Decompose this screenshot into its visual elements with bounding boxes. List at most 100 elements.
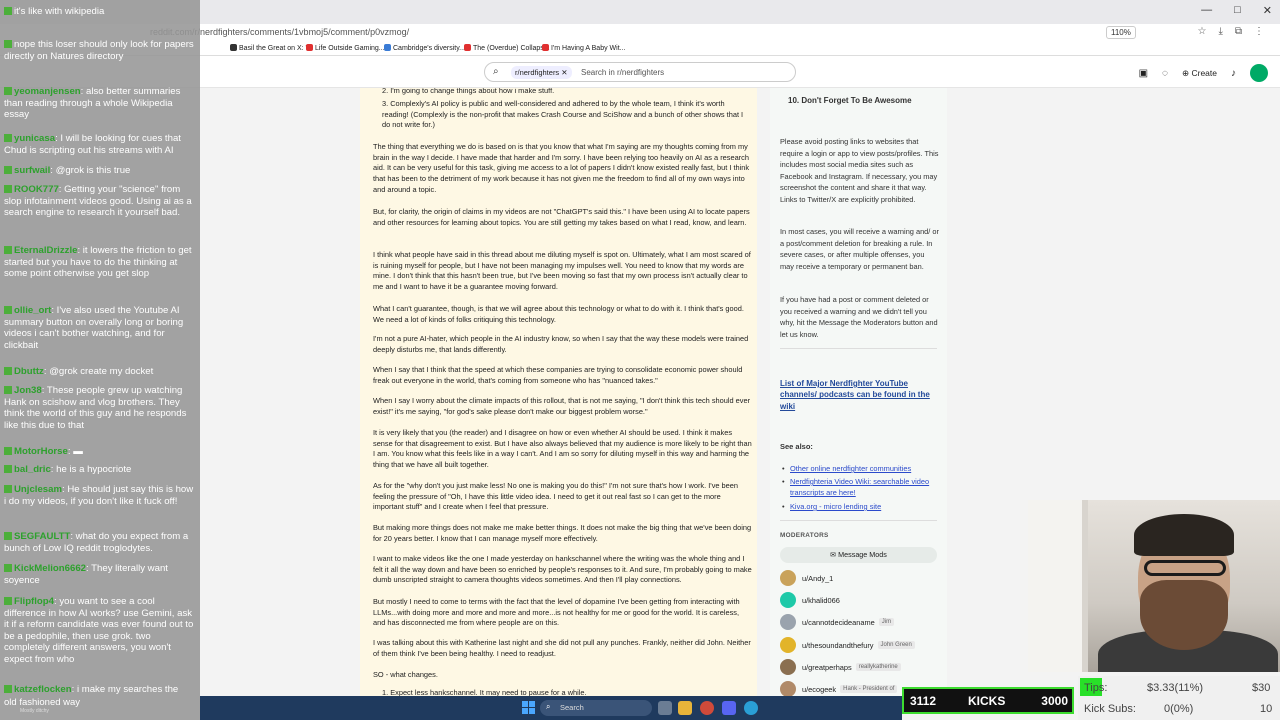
discord-icon[interactable]	[722, 701, 736, 715]
paragraph: What I can't guarantee, though, is that …	[373, 304, 744, 324]
chat-badge-icon	[4, 532, 12, 540]
paragraph: But mostly I need to come to terms with …	[373, 597, 740, 628]
paragraph: I'm not a pure AI-hater, which people in…	[373, 334, 749, 354]
header-actions: ▣ ◌ ⊕ Create ♪	[1139, 64, 1268, 82]
message-mods-button[interactable]: ✉ Message Mods	[780, 547, 937, 563]
ads-icon[interactable]: ▣	[1139, 68, 1148, 79]
minimize-icon[interactable]: —	[1201, 4, 1212, 17]
windows-start-icon[interactable]	[522, 701, 536, 715]
chat-message: katzeflocken: i make my searches the	[4, 684, 196, 696]
webcam-feed	[1028, 500, 1280, 672]
tips-value: $3.33(11%)	[1147, 682, 1204, 694]
chat-message: KickMelion6662: They literally want soye…	[4, 563, 168, 586]
address-bar-icons: ☆ ⤓ ⧉ ⋮	[1197, 26, 1264, 37]
search-icon: ⌕	[493, 66, 499, 77]
bookmark-item[interactable]: The (Overdue) Collaps...	[464, 44, 550, 52]
mail-icon: ✉	[830, 550, 837, 559]
moderator-item[interactable]: u/khalid066	[780, 591, 840, 609]
extension-icon[interactable]: ⧉	[1235, 26, 1242, 37]
chat-badge-icon	[4, 465, 12, 473]
bell-icon[interactable]: ♪	[1231, 68, 1236, 79]
chat-message: ROOK777: Getting your "science" from slo…	[4, 184, 192, 219]
chat-badge-icon	[4, 7, 12, 15]
app-icon[interactable]	[744, 701, 758, 715]
chat-input-subtext: Mostly ditchy	[20, 708, 49, 714]
mod-flair: Hank - President of	[840, 685, 898, 693]
subs-goal: 10	[1260, 703, 1273, 715]
user-avatar[interactable]	[1250, 64, 1268, 82]
paragraph: When I say that I think that the speed a…	[373, 365, 743, 385]
rules-text: Please avoid posting links to websites t…	[780, 137, 939, 204]
chat-badge-icon	[4, 166, 12, 174]
paragraph: I think what people have said in this th…	[373, 250, 751, 292]
menu-icon[interactable]: ⋮	[1254, 26, 1264, 37]
rule-item[interactable]: 10. Don't Forget To Be Awesome	[788, 96, 912, 105]
start-tile	[529, 701, 535, 707]
divider	[780, 520, 937, 521]
star-icon[interactable]: ☆	[1197, 26, 1206, 37]
bookmark-item[interactable]: Life Outside Gaming...	[306, 44, 385, 52]
bookmark-item[interactable]: Basil the Great on X: '...	[230, 44, 313, 52]
streamer-hat	[1134, 514, 1234, 556]
see-also-link[interactable]: Nerdfighteria Video Wiki: searchable vid…	[782, 476, 935, 498]
chat-badge-icon	[4, 134, 12, 142]
maximize-icon[interactable]: □	[1234, 4, 1241, 17]
subreddit-chip[interactable]: r/nerdfighters ✕	[511, 66, 572, 79]
close-icon[interactable]: ✕	[1263, 4, 1272, 17]
chat-badge-icon	[4, 685, 12, 693]
bookmark-item[interactable]: Cambridge's diversity...	[384, 44, 465, 52]
subs-value: 0(0%)	[1164, 703, 1194, 715]
chrome-icon[interactable]	[700, 701, 714, 715]
zoom-level[interactable]: 110%	[1106, 26, 1136, 39]
kicks-label: KICKS	[968, 694, 1006, 708]
moderator-item[interactable]: u/ecogeek Hank - President of	[780, 680, 898, 696]
paragraph: But, for clarity, the origin of claims i…	[373, 207, 750, 227]
streamer-beard	[1140, 580, 1228, 650]
moderator-item[interactable]: u/greatperhaps reallykatherine	[780, 658, 901, 676]
kicks-goal: 3000	[1041, 694, 1068, 708]
rules-text: In most cases, you will receive a warnin…	[780, 227, 939, 271]
paragraph: As for the "why don't you just make less…	[373, 481, 738, 512]
bookmark-item[interactable]: I'm Having A Baby Wit...	[542, 44, 625, 52]
chat-message: SEGFAULTT: what do you expect from a bun…	[4, 531, 189, 554]
taskbar-search[interactable]: ⌕ Search	[540, 700, 652, 716]
chat-message: ollie_ort: I've also used the Youtube AI…	[4, 305, 184, 351]
chat-badge-icon	[4, 367, 12, 375]
mod-flair: John Green	[877, 641, 915, 649]
moderator-item[interactable]: u/thesoundandthefury John Green	[780, 636, 915, 654]
window-background	[1028, 500, 1088, 672]
chat-input-text: old fashioned way	[4, 697, 81, 708]
see-also-link[interactable]: Kiva.org - micro lending site	[782, 501, 935, 512]
file-explorer-icon[interactable]	[678, 701, 692, 715]
chat-message: EternalDrizzle: it lowers the friction t…	[4, 245, 192, 280]
start-tile	[522, 708, 528, 714]
chat-message: it's like with wikipedia	[4, 6, 196, 18]
start-tile	[529, 708, 535, 714]
chat-message: Dbuttz: @grok create my docket	[4, 366, 196, 378]
mod-avatar	[780, 681, 796, 696]
moderator-item[interactable]: u/Andy_1	[780, 569, 833, 587]
task-view-icon[interactable]	[658, 701, 672, 715]
mod-avatar	[780, 592, 796, 608]
see-also-link[interactable]: Other online nerdfighter communities	[782, 463, 935, 474]
kicks-current: 3112	[910, 694, 937, 708]
chat-message: yeomanjensen: also better summaries than…	[4, 86, 181, 121]
emote-icon: ▬	[73, 446, 83, 457]
search-icon: ⌕	[546, 702, 551, 711]
kicks-goal-bar: 3112 KICKS 3000	[902, 687, 1074, 714]
paragraph: When I say I worry about the climate imp…	[373, 396, 751, 416]
tips-label: Tips:	[1084, 682, 1108, 694]
chat-icon[interactable]: ◌	[1162, 68, 1168, 79]
create-button[interactable]: ⊕ Create	[1182, 68, 1217, 79]
chat-badge-icon	[4, 246, 12, 254]
moderators-heading: MODERATORS	[780, 532, 829, 539]
bookmark-icon	[542, 44, 549, 51]
search-input[interactable]: ⌕ r/nerdfighters ✕ Search in r/nerdfight…	[484, 62, 796, 82]
major-channels-link[interactable]: List of Major Nerdfighter YouTube channe…	[780, 378, 940, 412]
mod-flair: Jim	[878, 618, 895, 626]
rules-text: If you have had a post or comment delete…	[780, 295, 938, 339]
download-icon[interactable]: ⤓	[1218, 26, 1222, 37]
bookmark-icon	[230, 44, 237, 51]
tips-panel: Tips: $3.33(11%) $30 Kick Subs: 0(0%) 10	[1078, 676, 1280, 720]
moderator-item[interactable]: u/cannotdecideaname Jim	[780, 613, 895, 631]
